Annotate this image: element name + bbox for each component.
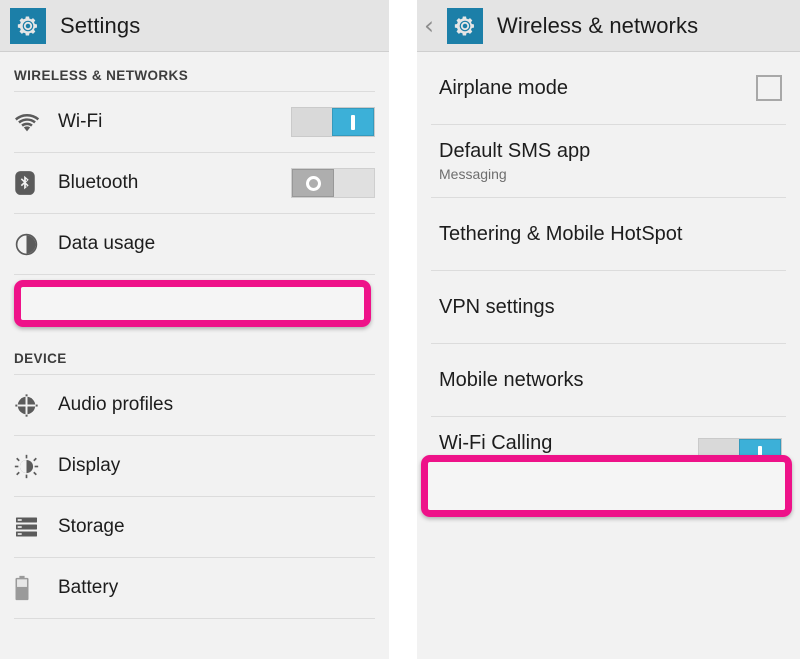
row-labels: Airplane mode [439, 77, 746, 100]
switch-on-glyph [351, 115, 355, 130]
row-labels: Bluetooth [58, 172, 281, 194]
switch-track [334, 169, 374, 197]
row-labels: Storage [58, 516, 375, 538]
gear-icon [10, 8, 46, 44]
back-chevron-icon[interactable]: ‹ [419, 13, 439, 38]
sidebar-item-audio-profiles[interactable]: Audio profiles [0, 375, 389, 435]
row-labels: Wi-Fi [58, 111, 281, 133]
row-labels: Default SMS app Messaging [439, 140, 782, 182]
bluetooth-icon [14, 170, 58, 196]
row-labels: Data usage [58, 233, 375, 255]
panel-gap [389, 0, 417, 659]
wifi-calling-row-background [425, 459, 788, 513]
toggle-switch-on[interactable] [291, 107, 375, 137]
switch-thumb [332, 108, 374, 136]
left-action-bar: Settings [0, 0, 389, 52]
more-row-background [18, 284, 367, 323]
data-usage-icon [14, 232, 58, 257]
sidebar-item-bluetooth[interactable]: Bluetooth [0, 153, 389, 213]
page-title: Settings [60, 13, 140, 39]
sidebar-item-label: Bluetooth [58, 172, 281, 194]
sidebar-item-label: Storage [58, 516, 375, 538]
gear-icon [447, 8, 483, 44]
storage-icon [14, 516, 58, 538]
sidebar-item-label: Battery [58, 577, 375, 599]
switch-track [292, 108, 332, 136]
settings-panel: Settings WIRELESS & NETWORKS Wi-Fi [0, 0, 389, 659]
switch-off-glyph [306, 176, 321, 191]
list-item-default-sms-app[interactable]: Default SMS app Messaging [417, 125, 800, 197]
row-labels: Battery [58, 577, 375, 599]
switch-thumb [292, 169, 334, 197]
sidebar-item-label: Data usage [58, 233, 375, 255]
row-labels: VPN settings [439, 296, 782, 319]
sidebar-item-data-usage[interactable]: Data usage [0, 214, 389, 274]
divider [14, 618, 375, 619]
bluetooth-toggle[interactable] [291, 168, 375, 198]
row-labels: Display [58, 455, 375, 477]
list-item-label: Wi-Fi Calling [439, 432, 688, 455]
section-header-wireless: WIRELESS & NETWORKS [0, 52, 389, 91]
sidebar-item-wifi[interactable]: Wi-Fi [0, 92, 389, 152]
sidebar-item-label: Display [58, 455, 375, 477]
wireless-networks-panel: ‹ Wireless & networks Airplane mode Defa… [417, 0, 800, 659]
list-item-vpn-settings[interactable]: VPN settings [417, 271, 800, 343]
audio-profiles-icon [14, 393, 58, 418]
section-header-device: DEVICE [0, 335, 389, 374]
list-item-mobile-networks[interactable]: Mobile networks [417, 344, 800, 416]
list-item-label: Default SMS app [439, 140, 782, 163]
list-item-label: Tethering & Mobile HotSpot [439, 223, 782, 246]
airplane-mode-checkbox[interactable] [756, 75, 782, 101]
wifi-icon [14, 111, 58, 133]
list-item-subtitle: Messaging [439, 166, 782, 182]
sidebar-item-label: Audio profiles [58, 394, 375, 416]
display-icon [14, 454, 58, 479]
row-labels: Audio profiles [58, 394, 375, 416]
list-item-label: Airplane mode [439, 77, 746, 100]
row-labels: Mobile networks [439, 369, 782, 392]
right-action-bar: ‹ Wireless & networks [417, 0, 800, 52]
sidebar-item-label: Wi-Fi [58, 111, 281, 133]
checkbox-unchecked[interactable] [756, 75, 782, 101]
sidebar-item-battery[interactable]: Battery [0, 558, 389, 618]
list-item-label: VPN settings [439, 296, 782, 319]
sidebar-item-storage[interactable]: Storage [0, 497, 389, 557]
wifi-toggle[interactable] [291, 107, 375, 137]
list-item-label: Mobile networks [439, 369, 782, 392]
toggle-switch-off[interactable] [291, 168, 375, 198]
page-title: Wireless & networks [497, 13, 698, 39]
list-item-airplane-mode[interactable]: Airplane mode [417, 52, 800, 124]
list-item-tethering-hotspot[interactable]: Tethering & Mobile HotSpot [417, 198, 800, 270]
battery-icon [14, 575, 58, 601]
sidebar-item-display[interactable]: Display [0, 436, 389, 496]
row-labels: Tethering & Mobile HotSpot [439, 223, 782, 246]
